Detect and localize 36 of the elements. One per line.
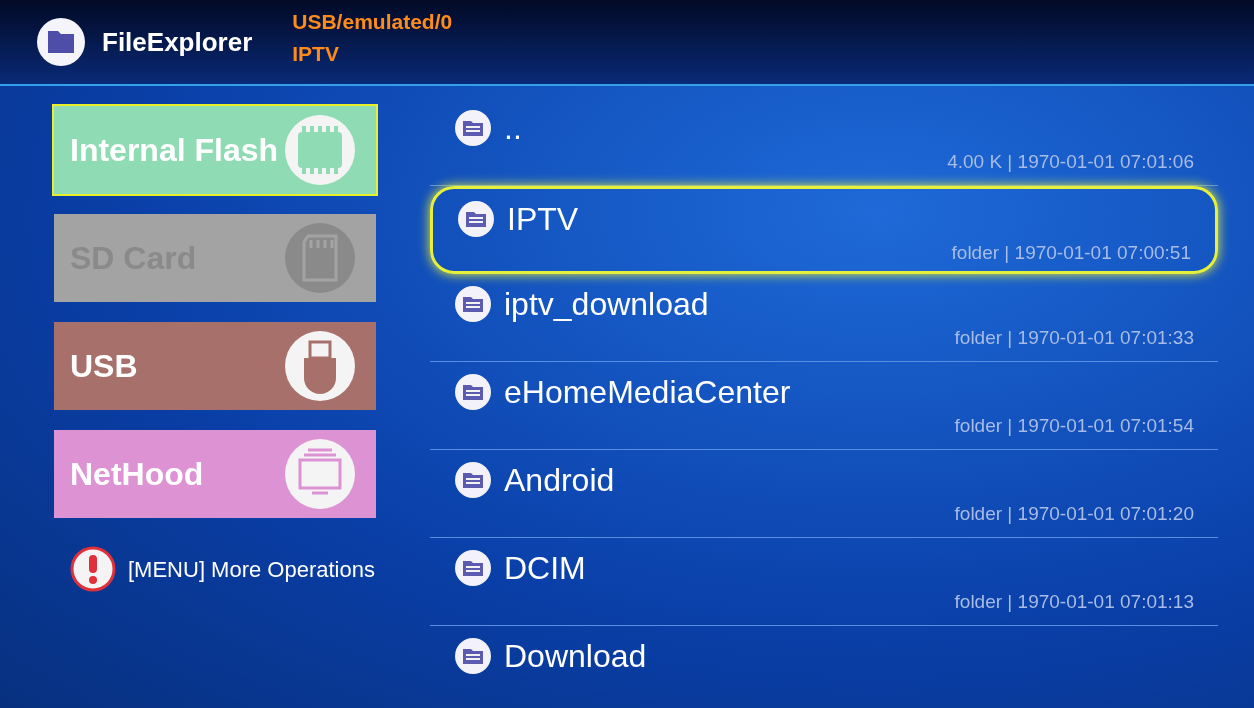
sd-card-icon [284, 222, 356, 294]
file-row[interactable]: eHomeMediaCenter folder | 1970-01-01 07:01:54 [430, 362, 1218, 450]
app-title: FileExplorer [102, 25, 253, 59]
file-meta: folder | 1970-01-01 07:01:33 [954, 326, 1194, 350]
folder-icon [454, 109, 492, 147]
folder-icon [457, 200, 495, 238]
file-name: IPTV [507, 200, 579, 239]
file-meta: folder | 1970-01-01 07:01:13 [954, 590, 1194, 614]
file-meta: 4.00 K | 1970-01-01 07:01:06 [947, 150, 1194, 174]
folder-icon [454, 285, 492, 323]
folder-icon [454, 461, 492, 499]
folder-icon [454, 549, 492, 587]
warning-icon [70, 546, 116, 592]
file-row[interactable]: .. 4.00 K | 1970-01-01 07:01:06 [430, 98, 1218, 186]
folder-logo-icon [36, 17, 86, 67]
usb-drive-icon [284, 330, 356, 402]
path-text: IPTV [292, 41, 340, 67]
hint-text: [MENU] More Operations [128, 555, 375, 584]
folder-icon [454, 637, 492, 675]
file-name: .. [504, 109, 522, 148]
file-name: iptv_download [504, 285, 709, 324]
file-name: eHomeMediaCenter [504, 373, 791, 412]
file-meta: folder | 1970-01-01 07:00:51 [951, 241, 1191, 265]
file-row[interactable]: iptv_download folder | 1970-01-01 07:01:33 [430, 274, 1218, 362]
storage-button[interactable]: USB [54, 322, 376, 410]
folder-icon [454, 373, 492, 411]
file-name: Android [504, 461, 615, 500]
path-text: USB/emulated/0 [292, 9, 453, 35]
file-name: DCIM [504, 549, 586, 588]
chip-icon [284, 114, 356, 186]
file-meta: folder | 1970-01-01 07:01:54 [954, 414, 1194, 438]
file-meta: folder | 1970-01-01 07:01:20 [954, 502, 1194, 526]
file-row[interactable]: Android folder | 1970-01-01 07:01:20 [430, 450, 1218, 538]
file-row[interactable]: IPTV folder | 1970-01-01 07:00:51 [430, 186, 1218, 274]
monitor-icon [284, 438, 356, 510]
file-row[interactable]: DCIM folder | 1970-01-01 07:01:13 [430, 538, 1218, 626]
